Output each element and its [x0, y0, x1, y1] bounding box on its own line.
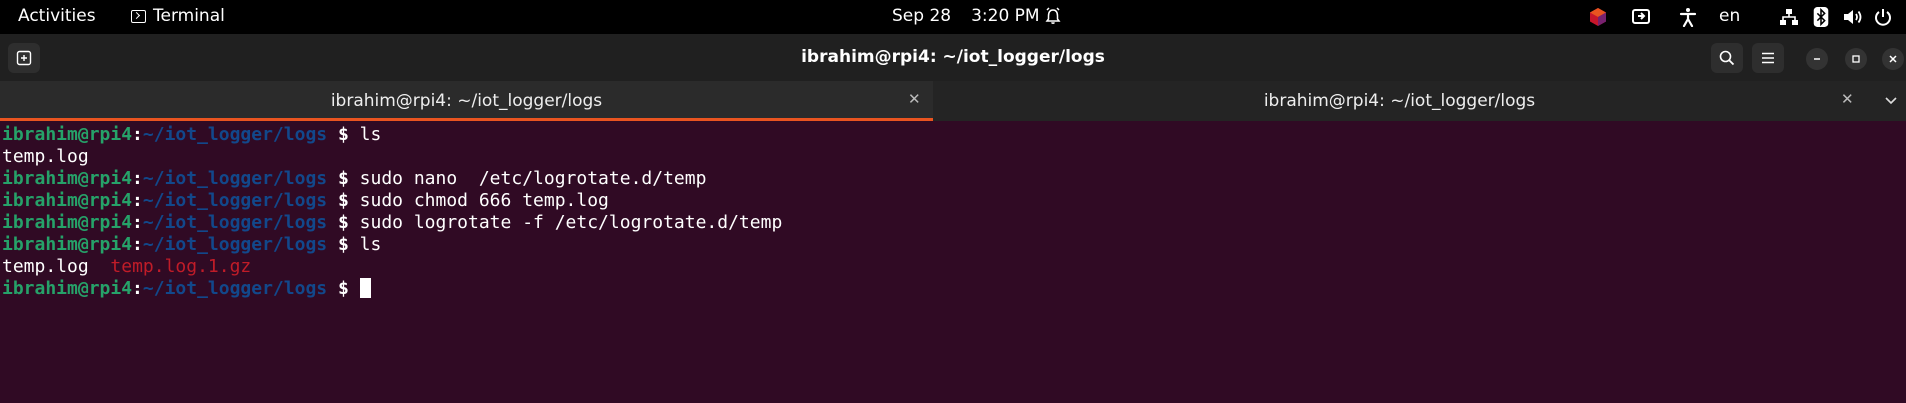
terminal-line: ibrahim@rpi4:~/iot_logger/logs $ ls [2, 234, 1906, 256]
tab-1[interactable]: ibrahim@rpi4: ~/iot_logger/logs ✕ [0, 81, 933, 121]
gnome-top-bar: Activities Terminal Sep 28 3:20 PM en [0, 0, 1906, 34]
prompt-separator: : [132, 234, 143, 255]
tab-bar: ibrahim@rpi4: ~/iot_logger/logs ✕ ibrahi… [0, 81, 1906, 121]
tab-label: ibrahim@rpi4: ~/iot_logger/logs [1263, 91, 1536, 111]
search-icon [1719, 50, 1735, 66]
activities-button[interactable]: Activities [18, 6, 96, 26]
prompt-separator: : [132, 212, 143, 233]
prompt-user: ibrahim@rpi4 [2, 212, 133, 233]
command-text: sudo nano /etc/logrotate.d/temp [359, 168, 707, 189]
prompt-symbol: $ [327, 278, 360, 299]
terminal-line: temp.log [2, 146, 1906, 168]
tab-close-icon[interactable]: ✕ [1841, 90, 1854, 108]
minimize-icon [1814, 58, 1820, 60]
prompt-user: ibrahim@rpi4 [2, 278, 133, 299]
clock-date: Sep 28 [892, 6, 952, 26]
terminal-line: ibrahim@rpi4:~/iot_logger/logs $ sudo na… [2, 168, 1906, 190]
command-text: ls [359, 124, 382, 145]
prompt-path: ~/iot_logger/logs [142, 212, 328, 233]
accessibility-icon[interactable] [1679, 7, 1697, 27]
prompt-user: ibrahim@rpi4 [2, 234, 133, 255]
prompt-symbol: $ [327, 234, 360, 255]
prompt-separator: : [132, 124, 143, 145]
close-icon [1889, 55, 1897, 63]
maximize-icon [1852, 55, 1860, 63]
prompt-path: ~/iot_logger/logs [142, 278, 328, 299]
terminal-cursor [359, 278, 371, 298]
app-menu[interactable]: Terminal [131, 6, 225, 26]
bluetooth-icon[interactable] [1812, 7, 1830, 27]
terminal-line: ibrahim@rpi4:~/iot_logger/logs $ [2, 278, 1906, 300]
prompt-user: ibrahim@rpi4 [2, 168, 133, 189]
terminal-line: ibrahim@rpi4:~/iot_logger/logs $ sudo lo… [2, 212, 1906, 234]
prompt-symbol: $ [327, 124, 360, 145]
output-archive-file: temp.log.1.gz [110, 256, 252, 277]
prompt-path: ~/iot_logger/logs [142, 168, 328, 189]
screen-share-icon[interactable] [1631, 7, 1651, 27]
network-icon[interactable] [1779, 7, 1799, 27]
prompt-symbol: $ [327, 190, 360, 211]
close-window-button[interactable] [1882, 48, 1904, 70]
language-indicator[interactable]: en [1719, 6, 1740, 26]
terminal-line: ibrahim@rpi4:~/iot_logger/logs $ ls [2, 124, 1906, 146]
minimize-button[interactable] [1806, 48, 1828, 70]
menu-button[interactable] [1752, 43, 1784, 73]
system-tray[interactable]: en [1576, 0, 1906, 34]
window-title: ibrahim@rpi4: ~/iot_logger/logs [801, 47, 1105, 67]
tab-2[interactable]: ibrahim@rpi4: ~/iot_logger/logs ✕ [933, 81, 1866, 121]
prompt-separator: : [132, 278, 143, 299]
hamburger-menu-icon [1762, 52, 1774, 64]
alarm-clock-icon [1045, 7, 1061, 24]
prompt-user: ibrahim@rpi4 [2, 124, 133, 145]
clock-time: 3:20 PM [971, 6, 1040, 26]
tab-label: ibrahim@rpi4: ~/iot_logger/logs [330, 91, 603, 111]
prompt-path: ~/iot_logger/logs [142, 124, 328, 145]
prompt-path: ~/iot_logger/logs [142, 190, 328, 211]
prompt-separator: : [132, 168, 143, 189]
tab-list-chevron-down-icon[interactable] [1884, 93, 1898, 107]
volume-icon[interactable] [1842, 7, 1864, 27]
search-button[interactable] [1711, 43, 1743, 73]
ubuntu-pro-icon[interactable] [1589, 7, 1607, 27]
command-text: sudo logrotate -f /etc/logrotate.d/temp [359, 212, 783, 233]
maximize-button[interactable] [1845, 48, 1867, 70]
terminal-header-bar: ibrahim@rpi4: ~/iot_logger/logs [0, 34, 1906, 81]
power-icon[interactable] [1874, 7, 1892, 27]
prompt-symbol: $ [327, 168, 360, 189]
clock[interactable]: Sep 28 3:20 PM [892, 6, 1040, 26]
prompt-path: ~/iot_logger/logs [142, 234, 328, 255]
terminal-icon [131, 9, 146, 23]
output-file: temp.log [2, 256, 89, 277]
prompt-separator: : [132, 190, 143, 211]
output-spacer [89, 256, 111, 277]
terminal-line: ibrahim@rpi4:~/iot_logger/logs $ sudo ch… [2, 190, 1906, 212]
prompt-symbol: $ [327, 212, 360, 233]
terminal-output[interactable]: ibrahim@rpi4:~/iot_logger/logs $ ls temp.… [0, 121, 1906, 403]
command-text: sudo chmod 666 temp.log [359, 190, 609, 211]
command-text: ls [359, 234, 382, 255]
output-text: temp.log [2, 146, 89, 167]
tab-close-icon[interactable]: ✕ [908, 90, 921, 108]
terminal-line: temp.log temp.log.1.gz [2, 256, 1906, 278]
app-menu-label: Terminal [153, 6, 225, 26]
prompt-user: ibrahim@rpi4 [2, 190, 133, 211]
